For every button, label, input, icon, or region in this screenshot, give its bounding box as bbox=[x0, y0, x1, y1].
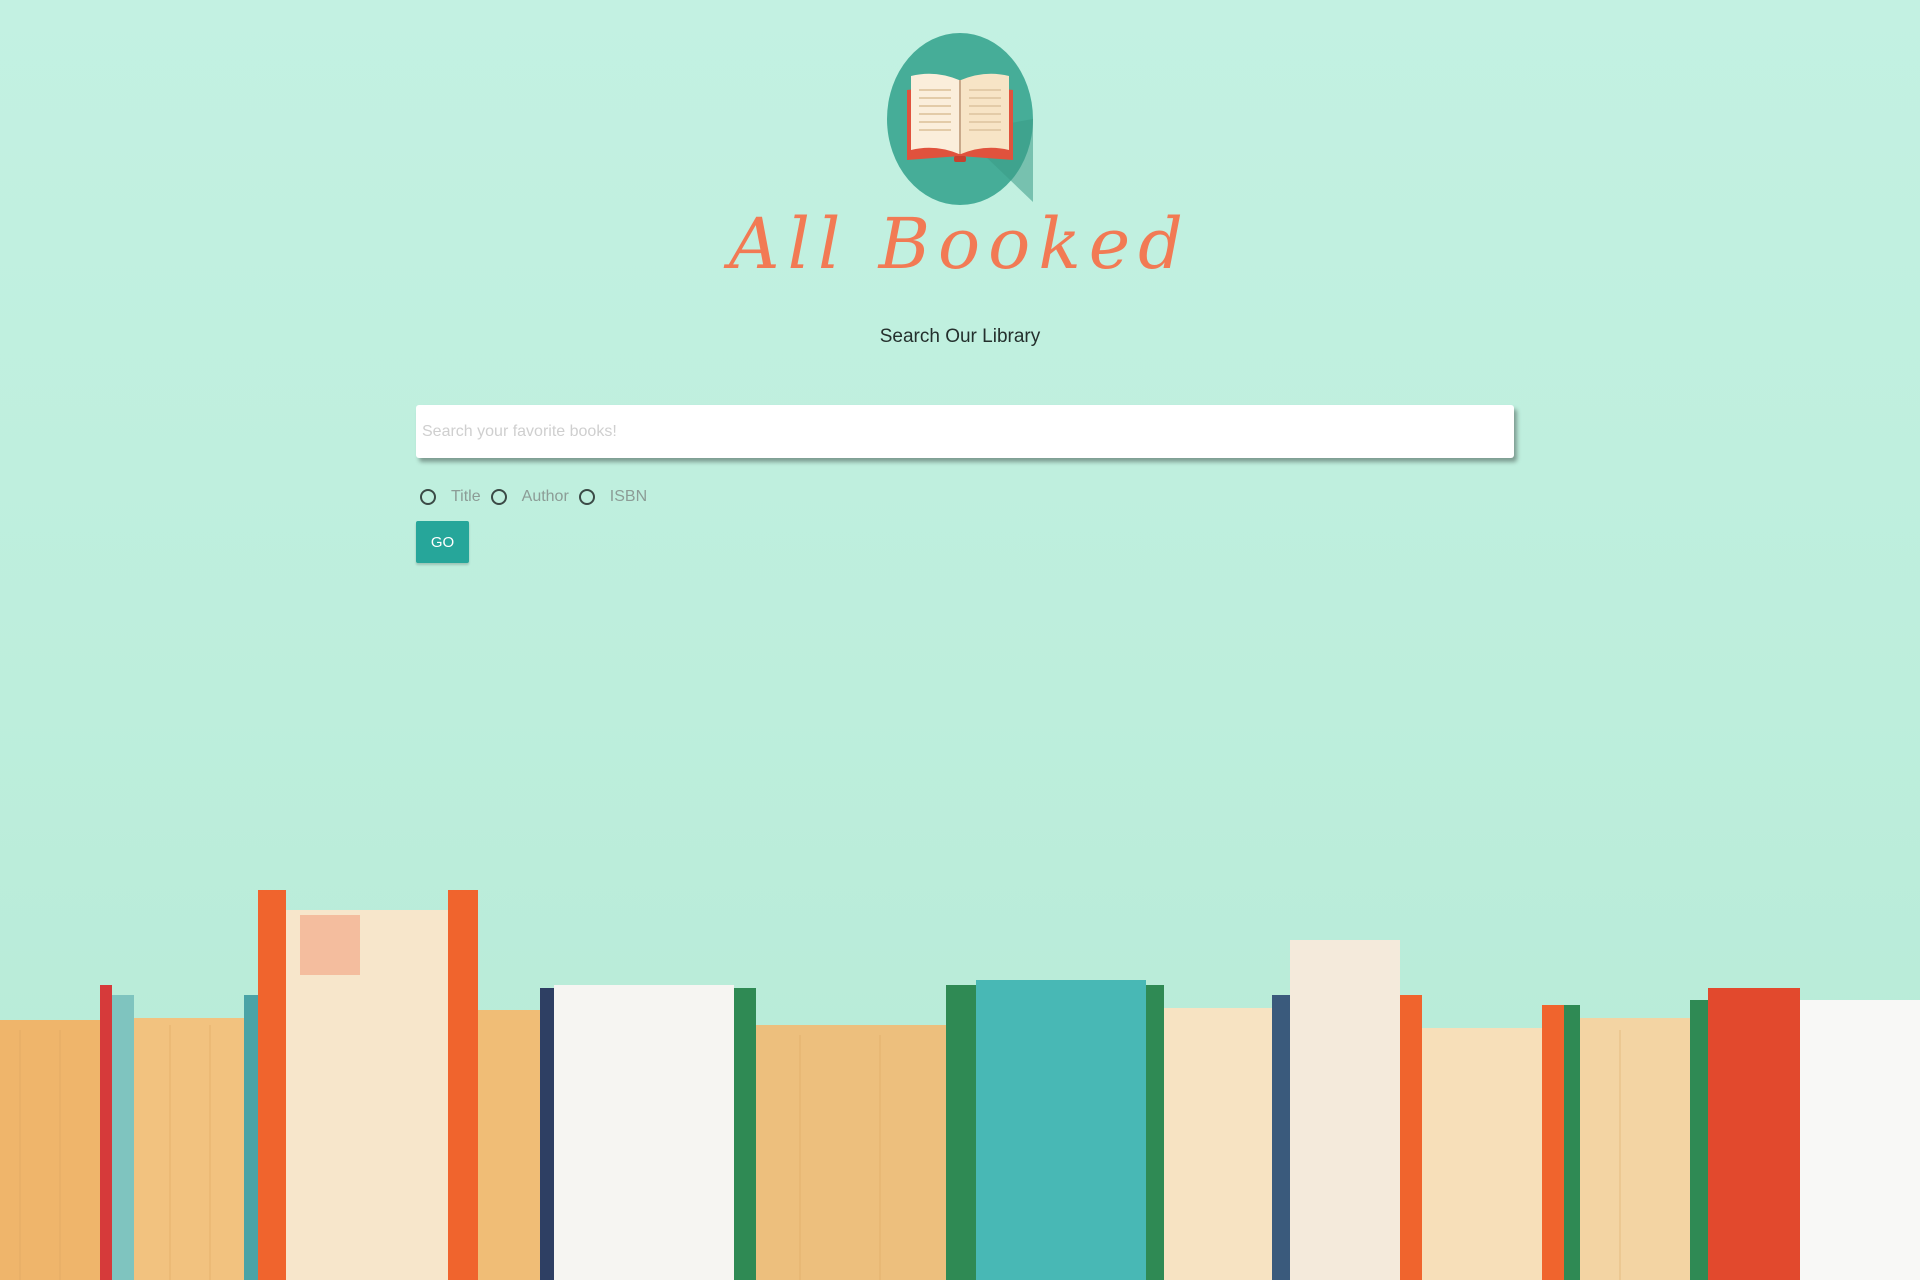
radio-title-circle[interactable] bbox=[420, 489, 436, 505]
page-subtitle: Search Our Library bbox=[879, 326, 1041, 347]
go-button[interactable]: GO bbox=[416, 521, 469, 563]
radio-author-label: Author bbox=[521, 488, 569, 505]
radio-author[interactable]: Author bbox=[487, 488, 575, 506]
open-book-icon bbox=[887, 33, 1033, 205]
radio-isbn-circle[interactable] bbox=[578, 489, 595, 505]
radio-isbn[interactable]: ISBN bbox=[575, 488, 653, 506]
radio-author-circle[interactable] bbox=[490, 489, 507, 505]
site-header: All Booked bbox=[0, 32, 1920, 289]
search-input[interactable] bbox=[416, 405, 1514, 458]
radio-title-label: Title bbox=[451, 488, 481, 505]
radio-isbn-label: ISBN bbox=[609, 488, 648, 505]
search-type-group: Title Author ISBN bbox=[416, 486, 1516, 508]
radio-title[interactable]: Title bbox=[416, 488, 487, 506]
bookshelf-background bbox=[0, 890, 1920, 1280]
brand-name: All Booked bbox=[729, 203, 1191, 285]
search-form: Title Author ISBN GO bbox=[416, 405, 1516, 563]
